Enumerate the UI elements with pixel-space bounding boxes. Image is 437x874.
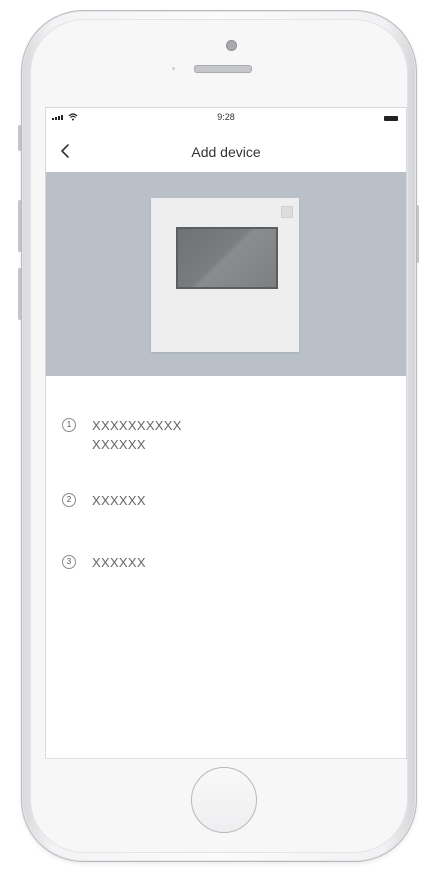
device-mockup-stage: 9:28 Add device 1 XXXXXXXXXX XXXXXX 2 XX… xyxy=(0,0,437,874)
step-number-badge: 2 xyxy=(62,493,76,507)
app-screen: 9:28 Add device 1 XXXXXXXXXX XXXXXX 2 XX… xyxy=(45,107,407,759)
step-text: XXXXXX xyxy=(92,491,146,510)
earpiece-speaker-icon xyxy=(194,65,252,73)
step-item: 3 XXXXXX xyxy=(62,553,146,572)
step-line: XXXXXX xyxy=(92,555,146,570)
step-item: 2 XXXXXX xyxy=(62,491,146,510)
panel-display xyxy=(176,227,278,289)
battery-icon xyxy=(384,116,398,121)
page-title: Add device xyxy=(191,144,261,160)
proximity-sensor-icon xyxy=(172,67,175,70)
front-camera-icon xyxy=(226,40,237,51)
navigation-bar: Add device xyxy=(46,130,406,170)
home-button[interactable] xyxy=(191,767,257,833)
step-item: 1 XXXXXXXXXX XXXXXX xyxy=(62,416,182,454)
status-time: 9:28 xyxy=(217,112,235,122)
step-line: XXXXXX xyxy=(92,493,146,508)
panel-indicator xyxy=(281,206,293,218)
step-number-badge: 1 xyxy=(62,418,76,432)
step-line: XXXXXX xyxy=(92,437,146,452)
step-text: XXXXXXXXXX XXXXXX xyxy=(92,416,182,454)
status-bar: 9:28 xyxy=(46,108,406,128)
device-banner xyxy=(46,172,406,376)
thermostat-panel-icon xyxy=(151,198,299,352)
step-number-badge: 3 xyxy=(62,555,76,569)
step-text: XXXXXX xyxy=(92,553,146,572)
step-line: XXXXXXXXXX xyxy=(92,418,182,433)
screen-bottom-divider xyxy=(45,758,405,759)
